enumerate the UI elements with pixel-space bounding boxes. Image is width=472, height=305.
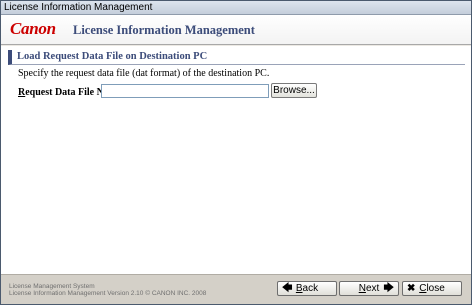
browse-button[interactable]: Browse... — [271, 83, 317, 98]
back-mnemonic: B — [295, 283, 303, 294]
footer-version: License Information Management Version 2… — [9, 290, 207, 297]
close-button-label: Close — [403, 282, 461, 295]
canon-logo: Canon — [10, 19, 56, 38]
section-title: Load Request Data File on Destination PC — [17, 51, 208, 62]
next-mnemonic: N — [358, 283, 366, 294]
app-header: Canon License Information Management — [1, 15, 471, 45]
request-file-input[interactable] — [101, 84, 269, 98]
section-heading: Load Request Data File on Destination PC — [8, 50, 465, 65]
next-label-rest: ext — [365, 283, 380, 294]
app-window: License Information Management Canon Lic… — [0, 0, 472, 305]
next-button[interactable]: Next 🡆 — [339, 281, 399, 296]
main-content: Load Request Data File on Destination PC… — [1, 46, 471, 274]
window-title: License Information Management — [4, 2, 153, 13]
header-title: License Information Management — [73, 23, 255, 37]
close-label-rest: lose — [426, 283, 445, 294]
back-label-rest: ack — [302, 283, 319, 294]
arrow-right-icon: 🡆 — [383, 283, 394, 294]
footer: License Management System License Inform… — [1, 274, 471, 304]
back-button[interactable]: 🡄 Back — [277, 281, 337, 296]
section-description: Specify the request data file (dat forma… — [18, 68, 270, 79]
back-button-label: Back — [278, 282, 336, 295]
window-titlebar[interactable]: License Information Management — [1, 1, 471, 15]
close-button[interactable]: ✖ Close — [402, 281, 462, 296]
